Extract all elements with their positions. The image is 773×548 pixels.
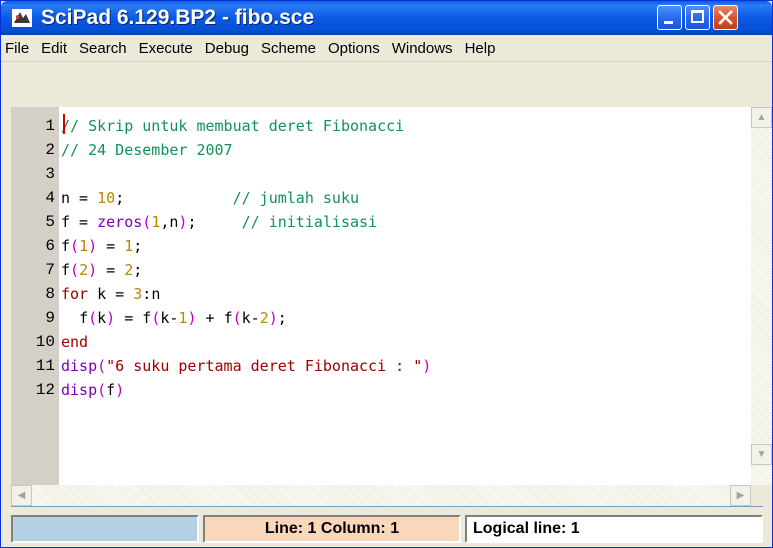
scipad-app-icon[interactable] bbox=[12, 9, 32, 27]
line-number: 10 bbox=[35, 333, 55, 351]
scroll-right-icon: ▶ bbox=[736, 490, 745, 501]
code-line[interactable]: // 24 Desember 2007 bbox=[61, 138, 233, 162]
minimize-button[interactable] bbox=[657, 5, 682, 30]
status-logical-line: Logical line: 1 bbox=[465, 515, 763, 543]
text-cursor bbox=[63, 114, 65, 134]
code-line[interactable]: disp("6 suku pertama deret Fibonacci : "… bbox=[61, 354, 431, 378]
maximize-button[interactable] bbox=[685, 5, 710, 30]
line-number: 1 bbox=[45, 117, 55, 135]
scrollbar-corner bbox=[751, 485, 772, 506]
code-line[interactable]: disp(f) bbox=[61, 378, 124, 402]
code-line[interactable]: for k = 3:n bbox=[61, 282, 160, 306]
scipad-window: SciPad 6.129.BP2 - fibo.sce File Edit Se… bbox=[0, 0, 773, 548]
close-button[interactable] bbox=[713, 5, 738, 30]
code-line[interactable]: end bbox=[61, 330, 88, 354]
title-bar[interactable]: SciPad 6.129.BP2 - fibo.sce bbox=[1, 1, 772, 35]
menu-execute[interactable]: Execute bbox=[133, 40, 199, 57]
code-line[interactable]: f(2) = 2; bbox=[61, 258, 142, 282]
code-editor[interactable]: // Skrip untuk membuat deret Fibonacci /… bbox=[59, 107, 751, 485]
status-blank-cell bbox=[11, 515, 199, 543]
status-cursor-position: Line: 1 Column: 1 bbox=[203, 515, 461, 543]
minimize-icon bbox=[664, 21, 673, 24]
scroll-up-button[interactable]: ▲ bbox=[751, 107, 772, 128]
line-number: 6 bbox=[45, 237, 55, 255]
scroll-right-button[interactable]: ▶ bbox=[730, 485, 751, 506]
line-number: 3 bbox=[45, 165, 55, 183]
menu-file[interactable]: File bbox=[1, 40, 35, 57]
line-number: 4 bbox=[45, 189, 55, 207]
maximize-icon bbox=[691, 10, 704, 23]
window-title: SciPad 6.129.BP2 - fibo.sce bbox=[41, 6, 315, 29]
line-number: 12 bbox=[35, 381, 55, 399]
menu-help[interactable]: Help bbox=[459, 40, 502, 57]
status-bar: Line: 1 Column: 1 Logical line: 1 bbox=[1, 511, 772, 547]
line-number-gutter: 1 2 3 4 5 6 7 8 9 10 11 12 bbox=[11, 107, 59, 485]
menu-scheme[interactable]: Scheme bbox=[255, 40, 322, 57]
code-line[interactable]: n = 10; // jumlah suku bbox=[61, 186, 359, 210]
code-line[interactable]: f = zeros(1,n); // initialisasi bbox=[61, 210, 377, 234]
close-icon bbox=[718, 10, 733, 25]
menu-options[interactable]: Options bbox=[322, 40, 386, 57]
horizontal-scrollbar[interactable]: ◀ ▶ bbox=[11, 485, 751, 506]
line-number: 9 bbox=[45, 309, 55, 327]
menu-search[interactable]: Search bbox=[73, 40, 133, 57]
line-number: 11 bbox=[35, 357, 55, 375]
scroll-left-icon: ◀ bbox=[17, 490, 26, 501]
line-number: 8 bbox=[45, 285, 55, 303]
code-line[interactable]: f(1) = 1; bbox=[61, 234, 142, 258]
menu-windows[interactable]: Windows bbox=[386, 40, 459, 57]
code-line[interactable]: // Skrip untuk membuat deret Fibonacci bbox=[61, 114, 404, 138]
menu-bar: File Edit Search Execute Debug Scheme Op… bbox=[1, 35, 772, 62]
menu-debug[interactable]: Debug bbox=[199, 40, 255, 57]
line-number: 5 bbox=[45, 213, 55, 231]
scroll-down-button[interactable]: ▼ bbox=[751, 444, 772, 465]
vertical-scrollbar[interactable]: ▲ ▼ bbox=[751, 107, 772, 485]
menu-edit[interactable]: Edit bbox=[35, 40, 73, 57]
scroll-left-button[interactable]: ◀ bbox=[11, 485, 32, 506]
line-number: 2 bbox=[45, 141, 55, 159]
scroll-down-icon: ▼ bbox=[756, 449, 767, 460]
scroll-up-icon: ▲ bbox=[756, 112, 767, 123]
code-line[interactable]: f(k) = f(k-1) + f(k-2); bbox=[61, 306, 287, 330]
line-number: 7 bbox=[45, 261, 55, 279]
